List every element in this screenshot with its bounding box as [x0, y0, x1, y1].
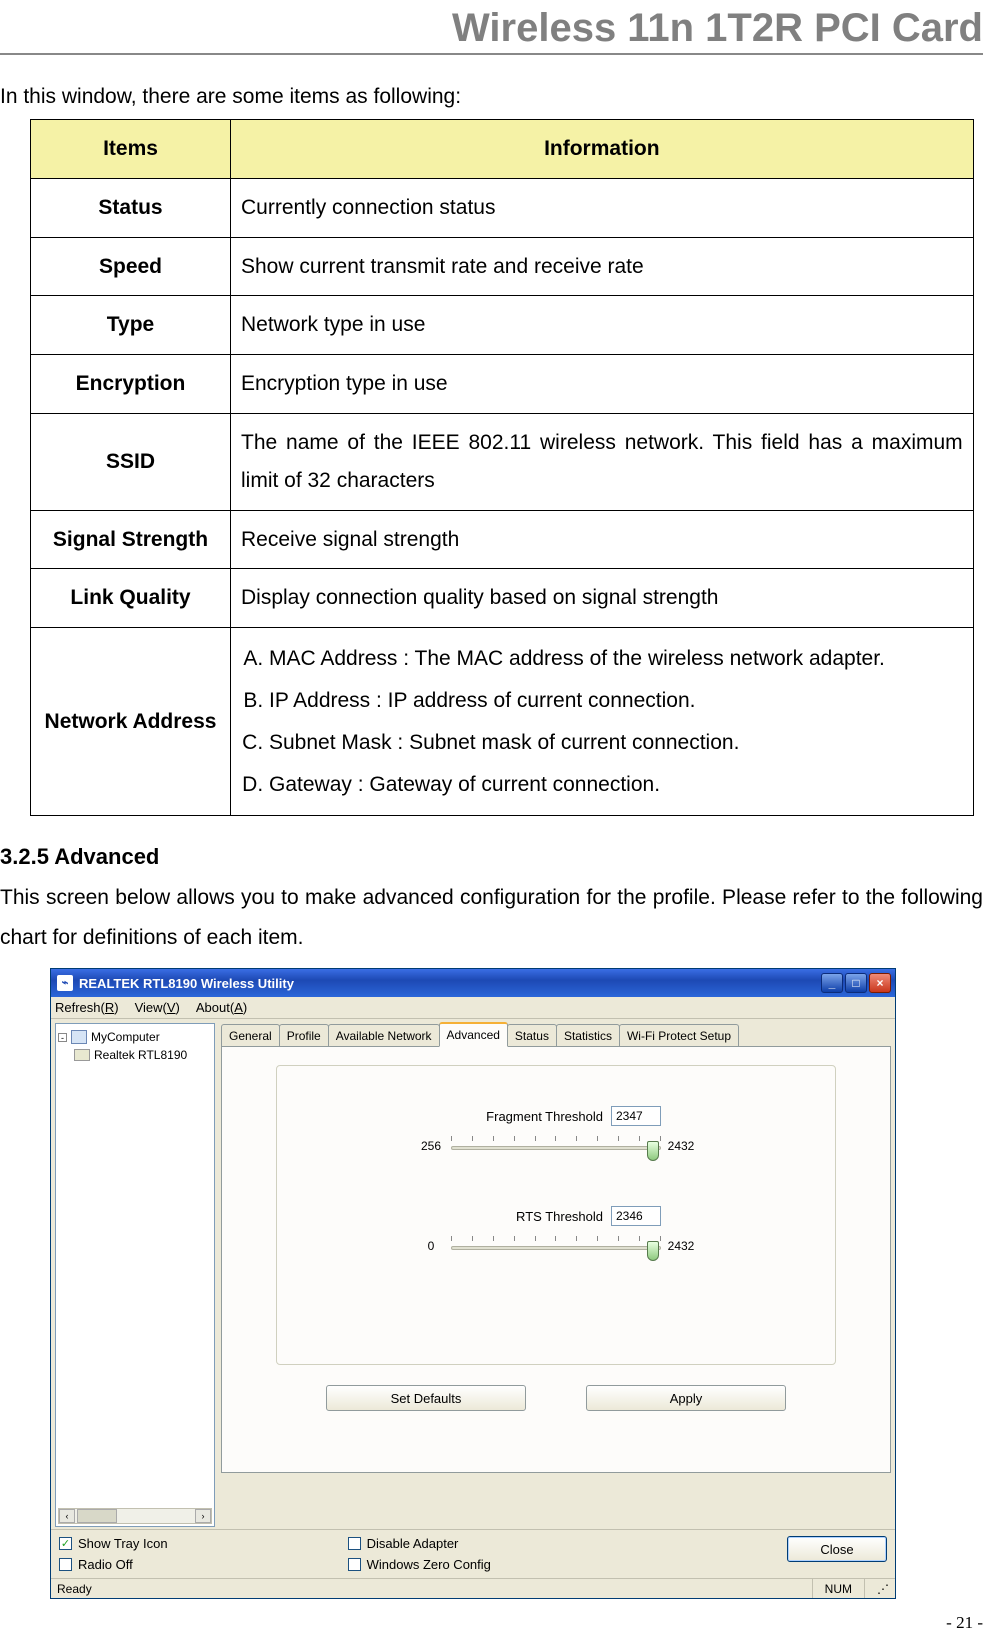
checkbox-icon[interactable]: [348, 1558, 361, 1571]
tab-general[interactable]: General: [221, 1024, 280, 1046]
tab-bar: General Profile Available Network Advanc…: [221, 1023, 891, 1047]
tab-wps[interactable]: Wi-Fi Protect Setup: [619, 1024, 739, 1046]
rts-min: 0: [411, 1239, 451, 1253]
intro-text: In this window, there are some items as …: [0, 85, 983, 109]
fragment-slider-thumb[interactable]: [647, 1141, 659, 1161]
app-icon: ⌁: [57, 975, 73, 991]
section-heading: 3.2.5 Advanced: [0, 844, 983, 870]
checkbox-icon[interactable]: [348, 1537, 361, 1550]
set-defaults-button[interactable]: Set Defaults: [326, 1385, 526, 1411]
table-row: EncryptionEncryption type in use: [31, 355, 974, 414]
opt-disable-adapter[interactable]: Disable Adapter: [348, 1536, 491, 1551]
tab-profile[interactable]: Profile: [279, 1024, 329, 1046]
scroll-thumb[interactable]: [77, 1509, 117, 1523]
window-title: REALTEK RTL8190 Wireless Utility: [79, 976, 294, 991]
rts-slider-thumb[interactable]: [647, 1241, 659, 1261]
doc-title: Wireless 11n 1T2R PCI Card: [0, 6, 983, 53]
checkbox-checked-icon[interactable]: ✓: [59, 1537, 72, 1550]
menu-refresh[interactable]: Refresh(R): [55, 1000, 119, 1015]
rts-max: 2432: [661, 1239, 701, 1253]
fragment-slider[interactable]: [451, 1136, 661, 1156]
app-window: ⌁ REALTEK RTL8190 Wireless Utility _ □ ×…: [50, 968, 896, 1599]
status-ready: Ready: [57, 1582, 92, 1596]
opt-wzc[interactable]: Windows Zero Config: [348, 1557, 491, 1572]
fragment-label: Fragment Threshold: [451, 1109, 611, 1124]
close-window-button[interactable]: ×: [869, 973, 891, 993]
rts-value[interactable]: 2346: [611, 1206, 661, 1226]
section-text: This screen below allows you to make adv…: [0, 878, 983, 958]
rts-slider[interactable]: [451, 1236, 661, 1256]
table-row: TypeNetwork type in use: [31, 296, 974, 355]
scroll-left-icon[interactable]: ‹: [59, 1509, 75, 1523]
titlebar[interactable]: ⌁ REALTEK RTL8190 Wireless Utility _ □ ×: [51, 969, 895, 997]
maximize-button[interactable]: □: [845, 973, 867, 993]
apply-button[interactable]: Apply: [586, 1385, 786, 1411]
checkbox-icon[interactable]: [59, 1558, 72, 1571]
table-row: Network Address MAC Address : The MAC ad…: [31, 628, 974, 816]
computer-icon: [71, 1030, 87, 1044]
tab-available-network[interactable]: Available Network: [328, 1024, 440, 1046]
table-row: SSIDThe name of the IEEE 802.11 wireless…: [31, 413, 974, 510]
th-info: Information: [231, 120, 974, 179]
minimize-button[interactable]: _: [821, 973, 843, 993]
tree-adapter[interactable]: Realtek RTL8190: [94, 1048, 187, 1062]
items-table: Items Information StatusCurrently connec…: [30, 119, 974, 816]
tab-status[interactable]: Status: [507, 1024, 557, 1046]
device-tree[interactable]: - MyComputer Realtek RTL8190 ‹ ›: [55, 1023, 215, 1527]
menubar: Refresh(R) View(V) About(A): [51, 997, 895, 1019]
status-num: NUM: [812, 1579, 864, 1598]
page-number: - 21 -: [0, 1613, 983, 1633]
opt-radio-off[interactable]: Radio Off: [59, 1557, 168, 1572]
tab-statistics[interactable]: Statistics: [556, 1024, 620, 1046]
menu-about[interactable]: About(A): [196, 1000, 247, 1015]
advanced-panel: Fragment Threshold 2347 256 2432: [221, 1047, 891, 1473]
tree-collapse-icon[interactable]: -: [58, 1033, 67, 1042]
doc-header: Wireless 11n 1T2R PCI Card: [0, 6, 983, 55]
table-row: Signal StrengthReceive signal strength: [31, 510, 974, 569]
fragment-max: 2432: [661, 1139, 701, 1153]
tab-advanced[interactable]: Advanced: [439, 1022, 508, 1047]
table-row: StatusCurrently connection status: [31, 178, 974, 237]
th-items: Items: [31, 120, 231, 179]
network-address-list: MAC Address : The MAC address of the wir…: [241, 638, 963, 805]
table-row: Link QualityDisplay connection quality b…: [31, 569, 974, 628]
tree-root[interactable]: MyComputer: [91, 1030, 160, 1044]
status-grip-icon: ⋰: [864, 1579, 889, 1598]
scroll-right-icon[interactable]: ›: [195, 1509, 211, 1523]
table-row: SpeedShow current transmit rate and rece…: [31, 237, 974, 296]
statusbar: Ready NUM ⋰: [51, 1578, 895, 1598]
rts-label: RTS Threshold: [451, 1209, 611, 1224]
fragment-value[interactable]: 2347: [611, 1106, 661, 1126]
threshold-group: Fragment Threshold 2347 256 2432: [276, 1065, 836, 1365]
fragment-min: 256: [411, 1139, 451, 1153]
footer-options: ✓Show Tray Icon Radio Off Disable Adapte…: [51, 1529, 895, 1578]
opt-show-tray[interactable]: ✓Show Tray Icon: [59, 1536, 168, 1551]
adapter-icon: [74, 1049, 90, 1061]
tree-scrollbar[interactable]: ‹ ›: [58, 1508, 212, 1524]
close-button[interactable]: Close: [787, 1536, 887, 1562]
menu-view[interactable]: View(V): [135, 1000, 180, 1015]
